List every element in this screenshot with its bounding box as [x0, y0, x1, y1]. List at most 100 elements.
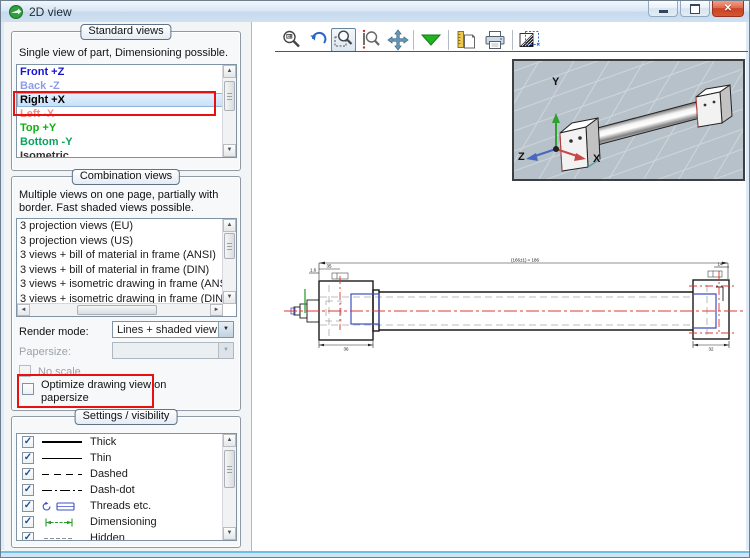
setting-row-thin[interactable]: Thin	[17, 450, 223, 466]
list-item-right-x[interactable]: Right +X	[17, 93, 223, 107]
thick-line-sample	[42, 437, 86, 447]
settings-visibility-group-label: Settings / visibility	[74, 409, 178, 425]
scrollbar-thumb[interactable]	[224, 81, 235, 111]
standard-views-list: Front +Z Back -Z Right +X Left -X Top +Y…	[16, 64, 237, 158]
print-icon	[485, 31, 504, 49]
setting-row-dimensioning[interactable]: Dimensioning	[17, 514, 223, 530]
dimension-icon	[42, 517, 86, 527]
scroll-up-icon[interactable]: ▲	[223, 219, 236, 232]
standard-views-group: Standard views Single view of part, Dime…	[11, 24, 241, 171]
pan-button[interactable]	[385, 28, 410, 52]
scrollbar-thumb[interactable]	[77, 305, 157, 315]
list-item-isometric[interactable]: Isometric	[17, 149, 223, 157]
minimize-icon	[658, 9, 668, 13]
papersize-format-button[interactable]	[453, 28, 478, 52]
scroll-down-icon[interactable]: ▼	[223, 144, 236, 157]
zoom-in-out-button[interactable]	[279, 28, 304, 52]
undo-icon	[309, 31, 326, 44]
toolbar-separator	[512, 30, 513, 50]
vertical-scrollbar[interactable]: ▲ ▼	[222, 219, 236, 304]
maximize-icon	[690, 3, 700, 14]
list-item-3pv-eu[interactable]: 3 projection views (EU)	[17, 219, 223, 234]
dashed-line-sample	[42, 469, 86, 479]
scroll-left-icon[interactable]: ◄	[17, 304, 30, 316]
left-width-dimension: 36	[343, 347, 349, 352]
list-item-back-z[interactable]: Back -Z	[17, 79, 223, 93]
thick-checkbox[interactable]	[22, 436, 34, 448]
left-top-dimension: 35	[326, 264, 332, 269]
threads-icon	[42, 501, 86, 511]
pan-icon	[386, 29, 409, 51]
scroll-up-icon[interactable]: ▲	[223, 65, 236, 78]
setting-row-dashdot[interactable]: Dash-dot	[17, 482, 223, 498]
setting-row-thick[interactable]: Thick	[17, 434, 223, 450]
scrollbar-thumb[interactable]	[224, 450, 235, 488]
toolbar-separator	[413, 30, 414, 50]
list-item-left-x[interactable]: Left -X	[17, 107, 223, 121]
dimension-arrows	[319, 261, 729, 347]
app-icon	[8, 4, 24, 20]
list-item-bom-din[interactable]: 3 views + bill of material in frame (DIN…	[17, 263, 223, 278]
scroll-down-icon[interactable]: ▼	[223, 527, 236, 540]
right-top-dimension: 14	[717, 262, 723, 267]
minimize-button[interactable]	[648, 1, 678, 17]
horizontal-scrollbar[interactable]: ◄ ►	[17, 303, 223, 316]
combination-views-description-1: Multiple views on one page, partially wi…	[19, 189, 219, 201]
optimize-label-1: Optimize drawing view on	[41, 379, 167, 391]
scroll-down-icon[interactable]: ▼	[223, 291, 236, 304]
optimize-label-2: papersize	[41, 392, 89, 404]
zoom-previous-button[interactable]	[358, 28, 383, 52]
thin-checkbox[interactable]	[22, 452, 34, 464]
zoom-previous-icon	[362, 29, 380, 49]
vertical-scrollbar[interactable]: ▲ ▼	[222, 65, 236, 157]
dash-dot-line-sample	[42, 485, 86, 495]
zoom-in-out-icon	[282, 30, 300, 48]
print-button[interactable]	[482, 28, 507, 52]
window-frame-bottom	[1, 550, 749, 557]
scroll-right-icon[interactable]: ►	[210, 304, 223, 316]
list-item-front-z[interactable]: Front +Z	[17, 65, 223, 79]
hidden-icon	[42, 533, 86, 540]
setting-row-dashed[interactable]: Dashed	[17, 466, 223, 482]
export-view-icon	[519, 31, 540, 47]
optimize-checkbox[interactable]	[22, 383, 34, 395]
setting-row-hidden[interactable]: Hidden	[17, 530, 223, 540]
toolbar-divider	[275, 51, 748, 52]
maximize-button[interactable]	[680, 1, 710, 17]
settings-list: Thick Thin Dashed Dash-dot	[16, 433, 237, 541]
hidden-checkbox[interactable]	[22, 532, 34, 540]
scroll-up-icon[interactable]: ▲	[223, 434, 236, 447]
combination-views-list: 3 projection views (EU) 3 projection vie…	[16, 218, 237, 317]
list-item-bottom-y[interactable]: Bottom -Y	[17, 135, 223, 149]
close-button[interactable]: ✕	[712, 1, 744, 17]
list-item-3pv-us[interactable]: 3 projection views (US)	[17, 234, 223, 249]
dialog-window: 2D view ✕ Standard views Single view of …	[0, 0, 750, 558]
list-item-top-y[interactable]: Top +Y	[17, 121, 223, 135]
dashed-checkbox[interactable]	[22, 468, 34, 480]
no-scale-checkbox	[19, 365, 31, 377]
axis-z-label: Z	[518, 151, 525, 163]
toolbar-separator	[448, 30, 449, 50]
list-item-bom-ansi[interactable]: 3 views + bill of material in frame (ANS…	[17, 248, 223, 263]
dash-dot-checkbox[interactable]	[22, 484, 34, 496]
setting-row-threads[interactable]: Threads etc.	[17, 498, 223, 514]
threads-checkbox[interactable]	[22, 500, 34, 512]
papersize-select: ▼	[112, 342, 234, 359]
combination-views-group-label: Combination views	[71, 169, 181, 185]
close-icon: ✕	[723, 3, 733, 14]
titlebar[interactable]: 2D view ✕	[1, 1, 749, 23]
apply-view-button[interactable]	[418, 28, 443, 52]
drawing-2d-canvas[interactable]: (166±1) ≈ 186 35 1.6 36 14 32	[282, 251, 748, 355]
zoom-window-button[interactable]	[331, 28, 356, 52]
list-item-iso-ansi[interactable]: 3 views + isometric drawing in frame (AN…	[17, 277, 223, 292]
scrollbar-thumb[interactable]	[224, 233, 235, 259]
undo-button[interactable]	[305, 28, 330, 52]
chevron-down-icon: ▼	[218, 343, 233, 358]
render-mode-select[interactable]: Lines + shaded view ▼	[112, 321, 234, 338]
papersize-format-icon	[457, 31, 475, 49]
vertical-scrollbar[interactable]: ▲ ▼	[222, 434, 236, 540]
dimensioning-checkbox[interactable]	[22, 516, 34, 528]
right-width-dimension: 32	[708, 347, 714, 352]
chevron-down-icon[interactable]: ▼	[218, 322, 233, 337]
export-view-button[interactable]	[516, 28, 541, 52]
